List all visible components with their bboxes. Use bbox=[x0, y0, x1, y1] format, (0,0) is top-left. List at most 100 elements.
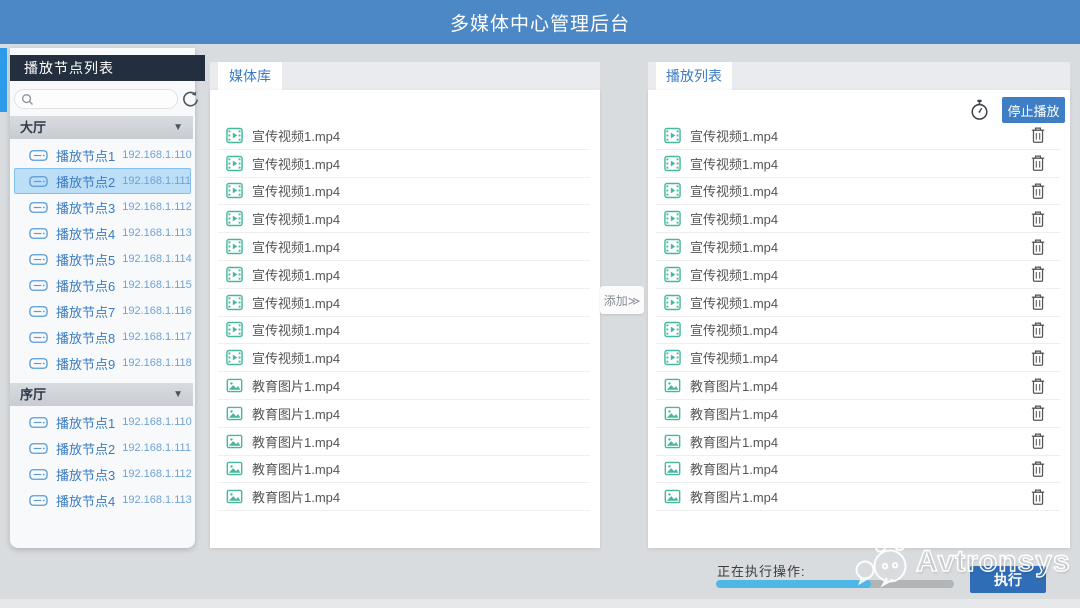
node-row[interactable]: 播放节点8 192.168.1.117 bbox=[14, 324, 191, 350]
node-row[interactable]: 播放节点3 192.168.1.112 bbox=[14, 461, 191, 487]
media-file-row[interactable]: 宣传视频1.mp4 bbox=[218, 205, 590, 233]
group-header[interactable]: 序厅 ▼ bbox=[10, 383, 193, 406]
progress-fill bbox=[716, 580, 871, 588]
sidebar-accent-bar bbox=[0, 48, 7, 112]
media-file-row[interactable]: 教育图片1.mp4 bbox=[656, 483, 1060, 511]
execute-button[interactable]: 执行 bbox=[970, 566, 1046, 593]
group-nodes: 播放节点1 192.168.1.110 播放节点2 192.168.1.111 … bbox=[10, 139, 195, 378]
delete-icon[interactable] bbox=[1030, 460, 1046, 478]
delete-icon[interactable] bbox=[1030, 154, 1046, 172]
timer-icon[interactable] bbox=[969, 99, 990, 121]
media-file-row[interactable]: 宣传视频1.mp4 bbox=[656, 261, 1060, 289]
player-device-icon bbox=[29, 357, 48, 370]
node-name: 播放节点3 bbox=[56, 465, 115, 484]
node-row[interactable]: 播放节点3 192.168.1.112 bbox=[14, 194, 191, 220]
bottom-band bbox=[0, 599, 1080, 608]
media-file-row[interactable]: 教育图片1.mp4 bbox=[656, 372, 1060, 400]
node-row[interactable]: 播放节点4 192.168.1.113 bbox=[14, 487, 191, 513]
node-row[interactable]: 播放节点6 192.168.1.115 bbox=[14, 272, 191, 298]
media-file-row[interactable]: 宣传视频1.mp4 bbox=[656, 233, 1060, 261]
search-input-wrap[interactable] bbox=[14, 89, 178, 109]
media-file-row[interactable]: 宣传视频1.mp4 bbox=[218, 317, 590, 345]
delete-icon[interactable] bbox=[1030, 126, 1046, 144]
video-file-icon bbox=[226, 349, 243, 366]
search-input[interactable] bbox=[34, 93, 164, 105]
media-file-row[interactable]: 宣传视频1.mp4 bbox=[656, 178, 1060, 206]
node-row[interactable]: 播放节点1 192.168.1.110 bbox=[14, 142, 191, 168]
media-file-row[interactable]: 宣传视频1.mp4 bbox=[656, 344, 1060, 372]
file-name: 宣传视频1.mp4 bbox=[690, 293, 778, 312]
delete-icon[interactable] bbox=[1030, 321, 1046, 339]
delete-icon[interactable] bbox=[1030, 293, 1046, 311]
stop-playback-button[interactable]: 停止播放 bbox=[1002, 97, 1065, 123]
player-device-icon bbox=[29, 279, 48, 292]
node-row[interactable]: 播放节点2 192.168.1.111 bbox=[14, 435, 191, 461]
media-library-body: 宣传视频1.mp4 宣传视频1.mp4 bbox=[210, 90, 600, 548]
video-file-icon bbox=[664, 155, 681, 172]
tab-media-library[interactable]: 媒体库 bbox=[218, 62, 282, 90]
media-file-row[interactable]: 教育图片1.mp4 bbox=[656, 428, 1060, 456]
group-nodes: 播放节点1 192.168.1.110 播放节点2 192.168.1.111 … bbox=[10, 406, 195, 515]
player-device-icon bbox=[29, 253, 48, 266]
media-file-row[interactable]: 宣传视频1.mp4 bbox=[218, 344, 590, 372]
node-name: 播放节点2 bbox=[56, 172, 115, 191]
media-file-row[interactable]: 宣传视频1.mp4 bbox=[656, 289, 1060, 317]
media-file-row[interactable]: 教育图片1.mp4 bbox=[218, 400, 590, 428]
delete-icon[interactable] bbox=[1030, 432, 1046, 450]
media-file-row[interactable]: 宣传视频1.mp4 bbox=[218, 233, 590, 261]
node-row[interactable]: 播放节点2 192.168.1.111 bbox=[14, 168, 191, 194]
file-name: 教育图片1.mp4 bbox=[252, 432, 340, 451]
media-file-row[interactable]: 教育图片1.mp4 bbox=[218, 428, 590, 456]
delete-icon[interactable] bbox=[1030, 210, 1046, 228]
media-file-row[interactable]: 宣传视频1.mp4 bbox=[218, 122, 590, 150]
delete-icon[interactable] bbox=[1030, 182, 1046, 200]
node-name: 播放节点2 bbox=[56, 439, 115, 458]
add-to-playlist-button[interactable]: 添加≫ bbox=[600, 286, 644, 314]
media-file-row[interactable]: 教育图片1.mp4 bbox=[656, 456, 1060, 484]
refresh-icon[interactable] bbox=[181, 90, 200, 109]
node-row[interactable]: 播放节点5 192.168.1.114 bbox=[14, 246, 191, 272]
media-file-row[interactable]: 宣传视频1.mp4 bbox=[218, 261, 590, 289]
media-file-row[interactable]: 宣传视频1.mp4 bbox=[218, 178, 590, 206]
node-group: 序厅 ▼ 播放节点1 192.168.1.110 播放节点2 192.168.1… bbox=[10, 383, 195, 515]
chevron-down-icon: ▼ bbox=[173, 383, 183, 406]
delete-icon[interactable] bbox=[1030, 349, 1046, 367]
node-row[interactable]: 播放节点7 192.168.1.116 bbox=[14, 298, 191, 324]
image-file-icon bbox=[664, 460, 681, 477]
tab-playlist[interactable]: 播放列表 bbox=[656, 62, 732, 90]
group-header[interactable]: 大厅 ▼ bbox=[10, 116, 193, 139]
player-device-icon bbox=[29, 416, 48, 429]
node-row[interactable]: 播放节点9 192.168.1.118 bbox=[14, 350, 191, 376]
media-file-row[interactable]: 教育图片1.mp4 bbox=[218, 372, 590, 400]
delete-icon[interactable] bbox=[1030, 404, 1046, 422]
video-file-icon bbox=[664, 238, 681, 255]
progress-bar bbox=[716, 580, 954, 588]
media-file-row[interactable]: 宣传视频1.mp4 bbox=[656, 122, 1060, 150]
player-device-icon bbox=[29, 331, 48, 344]
media-file-row[interactable]: 教育图片1.mp4 bbox=[218, 483, 590, 511]
media-file-row[interactable]: 宣传视频1.mp4 bbox=[656, 317, 1060, 345]
media-file-row[interactable]: 教育图片1.mp4 bbox=[218, 456, 590, 484]
player-device-icon bbox=[29, 227, 48, 240]
delete-icon[interactable] bbox=[1030, 238, 1046, 256]
video-file-icon bbox=[664, 210, 681, 227]
media-file-row[interactable]: 宣传视频1.mp4 bbox=[656, 150, 1060, 178]
delete-icon[interactable] bbox=[1030, 488, 1046, 506]
node-name: 播放节点1 bbox=[56, 146, 115, 165]
node-list-sidebar: 播放节点列表 大厅 ▼ 播放节点1 192. bbox=[10, 48, 195, 548]
media-library-panel: 媒体库 宣传视频1.mp4 bbox=[210, 62, 600, 548]
status-label: 正在执行操作: bbox=[717, 561, 806, 580]
file-name: 宣传视频1.mp4 bbox=[690, 265, 778, 284]
delete-icon[interactable] bbox=[1030, 377, 1046, 395]
delete-icon[interactable] bbox=[1030, 265, 1046, 283]
node-row[interactable]: 播放节点1 192.168.1.110 bbox=[14, 409, 191, 435]
media-file-row[interactable]: 宣传视频1.mp4 bbox=[218, 150, 590, 178]
node-ip: 192.168.1.110 bbox=[122, 149, 192, 161]
media-file-row[interactable]: 宣传视频1.mp4 bbox=[656, 205, 1060, 233]
file-name: 教育图片1.mp4 bbox=[252, 376, 340, 395]
file-name: 教育图片1.mp4 bbox=[252, 459, 340, 478]
media-file-row[interactable]: 教育图片1.mp4 bbox=[656, 400, 1060, 428]
media-file-row[interactable]: 宣传视频1.mp4 bbox=[218, 289, 590, 317]
file-name: 教育图片1.mp4 bbox=[690, 376, 778, 395]
node-row[interactable]: 播放节点4 192.168.1.113 bbox=[14, 220, 191, 246]
